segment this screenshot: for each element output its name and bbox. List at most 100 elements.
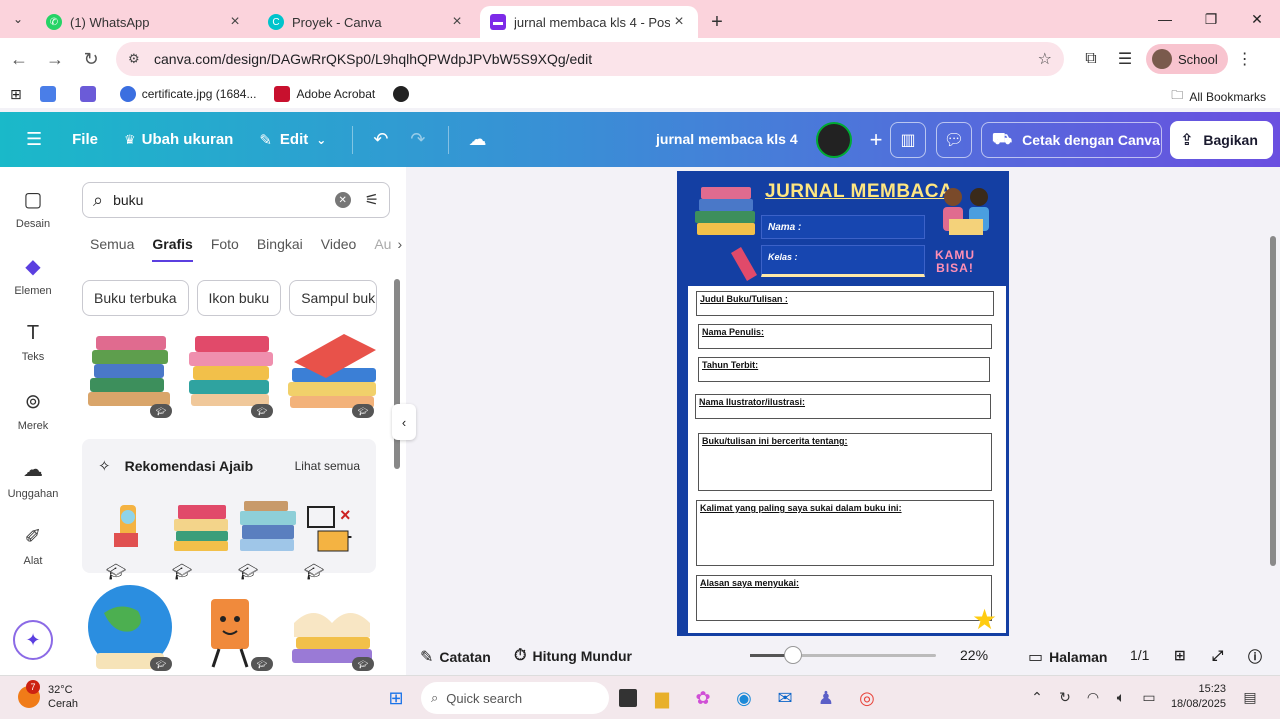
quick-search-input[interactable]: ⌕ Quick search: [421, 682, 609, 714]
tab-grafis[interactable]: Grafis: [152, 236, 193, 262]
outlook-icon[interactable]: ✉: [769, 682, 801, 714]
graphic-book-character[interactable]: 🎓︎: [183, 583, 277, 673]
restore-icon[interactable]: ❐: [1188, 0, 1234, 38]
chip-sampul-buku[interactable]: Sampul buku: [289, 280, 378, 316]
collaborator-avatar[interactable]: [816, 122, 852, 158]
timer-button[interactable]: ⏱ Hitung Mundur: [514, 647, 632, 665]
zoom-level[interactable]: 22%: [960, 647, 988, 663]
close-icon[interactable]: ×: [448, 13, 466, 31]
chrome-icon[interactable]: ◎: [851, 682, 883, 714]
sync-icon[interactable]: ↻: [1051, 689, 1079, 706]
clear-icon[interactable]: ✕: [334, 192, 351, 208]
tab-proyek-canva[interactable]: C Proyek - Canva ×: [258, 6, 476, 38]
reco-pencil-reading[interactable]: 🎓︎: [106, 499, 164, 581]
chip-ikon-buku[interactable]: Ikon buku: [196, 280, 282, 316]
share-button[interactable]: ⇪ Bagikan: [1170, 121, 1273, 159]
bookmark-google[interactable]: [39, 86, 62, 102]
close-icon[interactable]: ×: [670, 13, 688, 31]
bookmark-certificate[interactable]: certificate.jpg (1684...: [119, 86, 256, 102]
clock[interactable]: 15:23 18/08/2025: [1171, 682, 1226, 712]
weather-widget[interactable]: 7 32°C Cerah: [18, 680, 78, 711]
wifi-icon[interactable]: ◠: [1079, 689, 1107, 706]
file-menu[interactable]: File: [72, 131, 98, 148]
print-with-canva-button[interactable]: ⛟ Cetak dengan Canva: [981, 122, 1162, 158]
tab-audio[interactable]: Au: [374, 236, 391, 262]
help-icon[interactable]: ⓘ: [1248, 647, 1262, 667]
undo-icon[interactable]: ↶: [373, 129, 388, 150]
panel-scrollbar[interactable]: [394, 267, 400, 667]
filter-icon[interactable]: ⚟: [365, 190, 379, 210]
reading-list-icon[interactable]: ☰: [1108, 42, 1142, 76]
edge-icon[interactable]: ◉: [728, 682, 760, 714]
poster-canvas[interactable]: JURNAL MEMBACA Nama : Kelas : KAMU BISA!…: [677, 171, 1009, 636]
graphic-book-stack-red[interactable]: 🎓︎: [284, 330, 378, 420]
rail-alat[interactable]: ✐ Alat: [0, 524, 66, 567]
redo-icon[interactable]: ↷: [410, 129, 425, 150]
extensions-icon[interactable]: ⧉: [1074, 42, 1108, 76]
rail-desain[interactable]: ▢ Desain: [0, 187, 66, 230]
document-title[interactable]: jurnal membaca kls 4: [656, 131, 798, 147]
volume-icon[interactable]: 🔈︎: [1107, 689, 1135, 706]
search-input[interactable]: ⌕ buku ✕ ⚟: [82, 182, 390, 218]
hamburger-menu-icon[interactable]: ☰: [26, 129, 42, 150]
tab-semua[interactable]: Semua: [90, 236, 134, 262]
bookmark-star-icon[interactable]: ☆: [1038, 49, 1052, 69]
chevron-up-icon[interactable]: ⌃: [1023, 689, 1051, 706]
battery-icon[interactable]: ▭: [1135, 689, 1163, 706]
edit-menu[interactable]: ✎ Edit ⌄: [259, 131, 326, 149]
back-icon[interactable]: ←: [2, 42, 36, 76]
bookmark-acrobat[interactable]: Adobe Acrobat: [274, 86, 375, 102]
pages-button[interactable]: ▭ Halaman: [1028, 647, 1107, 667]
resize-button[interactable]: ♛ Ubah ukuran: [124, 131, 233, 148]
reload-icon[interactable]: ↻: [74, 42, 108, 76]
tab-whatsapp[interactable]: ✆ (1) WhatsApp ×: [36, 6, 254, 38]
tab-video[interactable]: Video: [321, 236, 357, 262]
add-collaborator-icon[interactable]: +: [858, 122, 894, 158]
grid-view-icon[interactable]: ⊞: [1174, 647, 1186, 664]
bookmark-globe[interactable]: [393, 86, 415, 102]
task-view-icon[interactable]: [619, 689, 637, 707]
canvas-scrollbar[interactable]: [1270, 236, 1276, 566]
forward-icon[interactable]: →: [38, 42, 72, 76]
copilot-icon[interactable]: ✿: [687, 682, 719, 714]
apps-icon[interactable]: ⊞: [10, 86, 22, 103]
profile-button[interactable]: School: [1146, 44, 1228, 74]
see-all-link[interactable]: Lihat semua: [295, 459, 360, 473]
chevron-right-icon[interactable]: ›: [397, 236, 402, 262]
close-icon[interactable]: ×: [226, 13, 244, 31]
notification-icon[interactable]: ▤: [1236, 689, 1264, 706]
close-window-icon[interactable]: ✕: [1234, 0, 1280, 38]
address-bar[interactable]: ⚙ canva.com/design/DAGwRrQKSp0/L9hqlhQPW…: [116, 42, 1064, 76]
rail-unggahan[interactable]: ☁ Unggahan: [0, 457, 66, 500]
scrollbar-thumb[interactable]: [394, 279, 400, 469]
tab-foto[interactable]: Foto: [211, 236, 239, 262]
cloud-saved-icon[interactable]: ☁: [469, 129, 487, 150]
rail-merek[interactable]: ⊚ Merek: [0, 389, 66, 432]
fullscreen-icon[interactable]: ⤢: [1212, 647, 1223, 664]
graphic-book-stack[interactable]: 🎓︎: [82, 330, 176, 420]
notes-button[interactable]: ✎ Catatan: [420, 647, 491, 667]
analytics-icon[interactable]: ▥: [890, 122, 926, 158]
rail-elemen[interactable]: ◆ Elemen: [0, 254, 66, 297]
site-settings-icon[interactable]: ⚙: [128, 51, 148, 67]
rail-teks[interactable]: T Teks: [0, 322, 66, 363]
minimize-icon[interactable]: —: [1142, 0, 1188, 38]
windows-start-icon[interactable]: ⊞: [380, 682, 412, 714]
menu-kebab-icon[interactable]: ⋮: [1228, 42, 1262, 76]
zoom-slider-knob[interactable]: [784, 646, 802, 664]
magic-sparkle-icon[interactable]: ✦: [13, 620, 53, 660]
file-explorer-icon[interactable]: ▆: [646, 682, 678, 714]
collapse-panel-button[interactable]: ‹: [392, 404, 416, 440]
tab-search-icon[interactable]: ⌄: [0, 0, 36, 38]
teams-icon[interactable]: ♟: [810, 682, 842, 714]
graphic-open-book-stack[interactable]: 🎓︎: [284, 583, 378, 673]
graphic-book-stack-pink[interactable]: 🎓︎: [183, 330, 277, 420]
reco-books-stack[interactable]: 🎓︎: [172, 499, 230, 581]
graphic-globe-book[interactable]: 🎓︎: [82, 583, 176, 673]
chip-buku-terbuka[interactable]: Buku terbuka: [82, 280, 189, 316]
comment-icon[interactable]: 💬︎: [936, 122, 972, 158]
tab-jurnal-poster[interactable]: ▬ jurnal membaca kls 4 - Poster ×: [480, 6, 698, 38]
zoom-slider[interactable]: [750, 646, 936, 664]
all-bookmarks[interactable]: 🗀 All Bookmarks: [1171, 86, 1266, 107]
reco-books-blue[interactable]: 🎓︎: [238, 499, 296, 581]
